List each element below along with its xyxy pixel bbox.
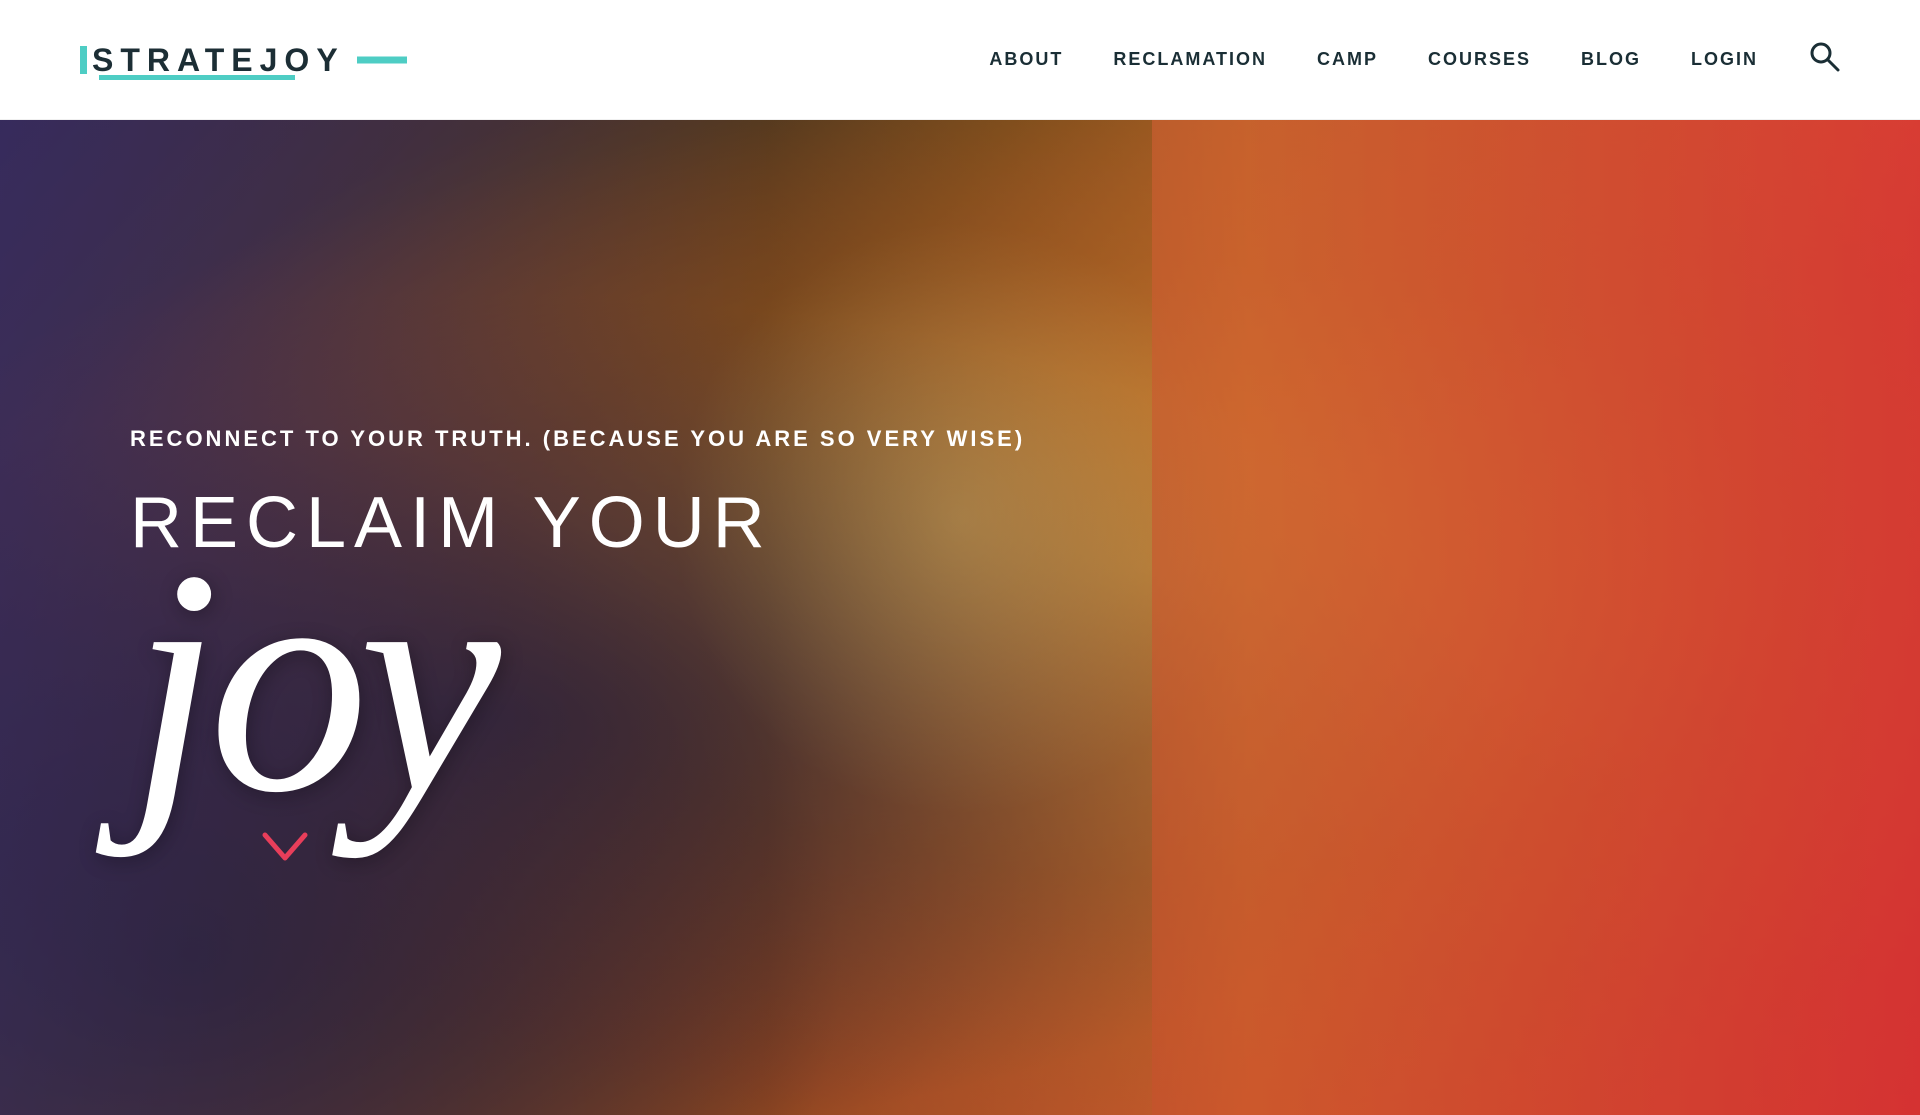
logo-text: STRATEJOY (92, 42, 345, 78)
hero-title-joy-container: joy (130, 554, 1025, 810)
main-nav: ABOUT RECLAMATION CAMP COURSES BLOG LOGI… (989, 40, 1840, 79)
site-header: STRATEJOY ABOUT RECLAMATION CAMP COURSES… (0, 0, 1920, 120)
nav-about[interactable]: ABOUT (989, 49, 1063, 70)
nav-blog[interactable]: BLOG (1581, 49, 1641, 70)
nav-login[interactable]: LOGIN (1691, 49, 1758, 70)
hero-title-block: RECLAIM YOUR joy (130, 482, 1025, 810)
nav-camp[interactable]: CAMP (1317, 49, 1378, 70)
hero-content: RECONNECT TO YOUR TRUTH. (BECAUSE YOU AR… (0, 366, 1025, 870)
hero-title-joy: joy (130, 554, 1025, 810)
hero-section: RECONNECT TO YOUR TRUTH. (BECAUSE YOU AR… (0, 120, 1920, 1115)
hero-subtitle: RECONNECT TO YOUR TRUTH. (BECAUSE YOU AR… (130, 426, 1025, 452)
search-button[interactable] (1808, 40, 1840, 79)
logo[interactable]: STRATEJOY (80, 44, 357, 76)
logo-accent-bar (99, 75, 295, 80)
nav-reclamation[interactable]: RECLAMATION (1113, 49, 1267, 70)
search-icon (1808, 40, 1840, 72)
nav-courses[interactable]: COURSES (1428, 49, 1531, 70)
